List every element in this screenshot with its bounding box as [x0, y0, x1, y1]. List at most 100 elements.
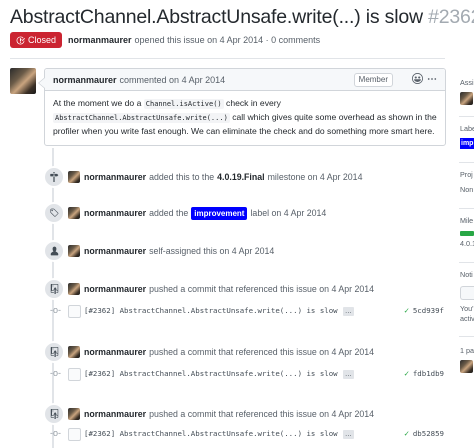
sidebar-divider: [459, 336, 474, 337]
avatar[interactable]: [68, 305, 81, 318]
sidebar-assignees-label[interactable]: Assi: [460, 78, 474, 87]
issue-meta: Closed normanmaurer opened this issue on…: [10, 32, 320, 48]
event-author-link[interactable]: normanmaurer: [84, 172, 146, 182]
avatar[interactable]: [10, 68, 36, 94]
commit-sha-text[interactable]: fdb1db9: [413, 369, 444, 378]
milestone-icon: [43, 166, 65, 188]
timeline-event-push: normanmaurer pushed a commit that refere…: [43, 278, 375, 300]
event-text: pushed a commit that referenced this iss…: [149, 409, 375, 419]
issue-title: AbstractChannel.AbstractUnsafe.write(...…: [10, 4, 474, 30]
comment-author-link[interactable]: normanmaurer: [53, 75, 117, 85]
sidebar-participants-label: 1 pa: [460, 346, 474, 355]
avatar[interactable]: [68, 171, 80, 183]
commit-sha[interactable]: ✓ db52859: [404, 429, 444, 438]
sidebar-label-chip[interactable]: imp: [460, 138, 474, 149]
avatar[interactable]: [68, 283, 80, 295]
avatar[interactable]: [68, 245, 80, 257]
event-author-link[interactable]: normanmaurer: [84, 208, 146, 218]
event-text: pushed a commit that referenced this iss…: [149, 284, 375, 294]
commit-message-text[interactable]: [#2362] AbstractChannel.AbstractUnsafe.w…: [84, 429, 338, 438]
comment-body: At the moment we do a Channel.isActive()…: [45, 91, 445, 144]
milestone-progress-bar: [460, 231, 474, 236]
commit-expand-button[interactable]: …: [342, 307, 354, 316]
event-text: self-assigned this on 4 Apr 2014: [149, 246, 275, 256]
issue-comment: normanmaurer commented on 4 Apr 2014 Mem…: [38, 68, 446, 146]
event-author-link[interactable]: normanmaurer: [84, 284, 146, 294]
event-author-link[interactable]: normanmaurer: [84, 347, 146, 357]
check-icon: ✓: [403, 429, 410, 438]
avatar[interactable]: [460, 92, 473, 105]
comment-text-1: At the moment we do a: [53, 98, 142, 108]
comment-header: normanmaurer commented on 4 Apr 2014 Mem…: [45, 69, 445, 91]
event-text: pushed a commit that referenced this iss…: [149, 347, 375, 357]
commit-message-text[interactable]: [#2362] AbstractChannel.AbstractUnsafe.w…: [84, 369, 338, 378]
event-text: added the: [149, 208, 189, 218]
tag-icon: [43, 202, 65, 224]
subscribe-button[interactable]: [460, 286, 474, 300]
timeline-event-assign: normanmaurer self-assigned this on 4 Apr…: [43, 240, 275, 262]
avatar[interactable]: [68, 428, 81, 441]
event-text: label on 4 Apr 2014: [250, 208, 327, 218]
issue-sidebar: Assi Labe imp Proj Non Mile 4.0.1 Noti Y…: [459, 68, 474, 440]
commit-sha-text[interactable]: 5cd939f: [413, 306, 444, 315]
commit-row: -o- [#2362] AbstractChannel.AbstractUnsa…: [44, 368, 444, 382]
state-badge: Closed: [10, 32, 63, 48]
comment-text-2: check in every: [226, 98, 281, 108]
git-commit-icon: -o-: [50, 428, 61, 438]
check-icon: ✓: [403, 369, 410, 378]
event-author-link[interactable]: normanmaurer: [84, 409, 146, 419]
commit-message[interactable]: [#2362] AbstractChannel.AbstractUnsafe.w…: [84, 369, 354, 379]
sidebar-notifications-text: You': [460, 304, 474, 313]
comment-text-3: call which gives quite some overhead as …: [232, 112, 437, 122]
sidebar-projects-label[interactable]: Proj: [460, 170, 473, 179]
milestone-link[interactable]: 4.0.19.Final: [217, 172, 264, 182]
commit-message[interactable]: [#2362] AbstractChannel.AbstractUnsafe.w…: [84, 429, 354, 439]
issue-closed-icon: [16, 36, 25, 44]
sidebar-notifications-label: Noti: [460, 270, 473, 279]
timeline-event-label: normanmaurer added the improvement label…: [43, 202, 327, 224]
kebab-icon[interactable]: ⋯: [427, 73, 437, 86]
timeline-event-push: normanmaurer pushed a commit that refere…: [43, 403, 375, 425]
commit-message[interactable]: [#2362] AbstractChannel.AbstractUnsafe.w…: [84, 306, 354, 316]
sidebar-divider: [459, 262, 474, 263]
avatar[interactable]: [68, 368, 81, 381]
comment-text-4: profiler when you write fast enough. We …: [53, 126, 435, 136]
header-divider: [10, 58, 445, 59]
issue-author-link[interactable]: normanmaurer: [68, 35, 132, 45]
sidebar-divider: [459, 162, 474, 163]
repo-push-icon: [43, 403, 65, 425]
commit-sha-text[interactable]: db52859: [413, 429, 444, 438]
event-text: added this to the: [149, 172, 215, 182]
commit-row: -o- [#2362] AbstractChannel.AbstractUnsa…: [44, 305, 444, 319]
sidebar-milestone-value[interactable]: 4.0.1: [460, 239, 474, 248]
git-commit-icon: -o-: [50, 305, 61, 315]
commit-message-text[interactable]: [#2362] AbstractChannel.AbstractUnsafe.w…: [84, 306, 338, 315]
sidebar-labels-label[interactable]: Labe: [460, 124, 474, 133]
issue-title-text: AbstractChannel.AbstractUnsafe.write(...…: [10, 6, 423, 28]
repo-push-icon: [43, 278, 65, 300]
sidebar-divider: [459, 208, 474, 209]
comment-timestamp[interactable]: commented on 4 Apr 2014: [120, 75, 226, 85]
avatar[interactable]: [68, 346, 80, 358]
check-icon: ✓: [403, 306, 410, 315]
sidebar-projects-value: Non: [460, 185, 474, 194]
git-commit-icon: -o-: [50, 368, 61, 378]
commit-sha[interactable]: ✓ fdb1db9: [404, 369, 444, 378]
avatar[interactable]: [460, 360, 473, 373]
issue-opened-text: opened this issue on 4 Apr 2014 · 0 comm…: [134, 35, 321, 45]
smiley-icon[interactable]: [412, 73, 423, 88]
inline-code: AbstractChannel.AbstractUnsafe.write(...…: [53, 113, 230, 123]
issue-number: #2362: [428, 6, 474, 28]
label-improvement[interactable]: improvement: [191, 206, 248, 220]
event-text: milestone on 4 Apr 2014: [267, 172, 363, 182]
avatar[interactable]: [68, 207, 80, 219]
commit-sha[interactable]: ✓ 5cd939f: [404, 306, 444, 315]
sidebar-milestone-label[interactable]: Mile: [460, 216, 473, 225]
avatar[interactable]: [68, 408, 80, 420]
commit-expand-button[interactable]: …: [342, 430, 354, 439]
event-author-link[interactable]: normanmaurer: [84, 246, 146, 256]
commit-expand-button[interactable]: …: [342, 370, 354, 379]
sidebar-notifications-text-2: activ: [460, 314, 474, 323]
state-label: Closed: [28, 35, 57, 45]
sidebar-divider: [459, 116, 474, 117]
